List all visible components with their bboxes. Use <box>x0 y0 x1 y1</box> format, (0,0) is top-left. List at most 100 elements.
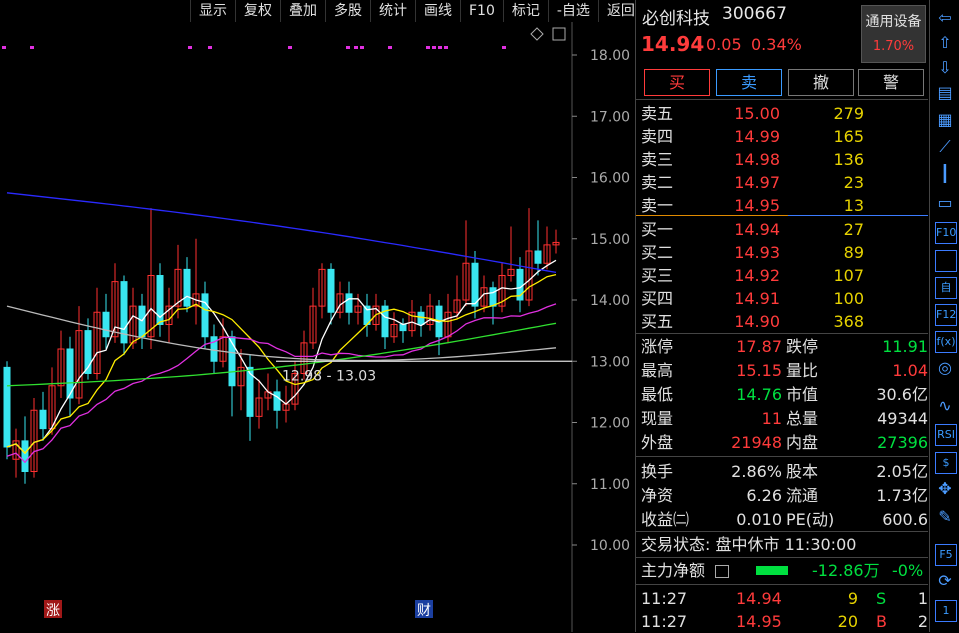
toolbar-item[interactable]: 统计 <box>370 0 415 22</box>
list-icon[interactable] <box>715 565 729 578</box>
pencil-icon[interactable]: ✎ <box>935 507 955 527</box>
book-level-label: 买四 <box>641 289 674 308</box>
self-select-icon[interactable]: 自 <box>935 277 957 299</box>
candle-body <box>471 262 479 307</box>
divider <box>636 531 928 532</box>
book-volume: 165 <box>833 127 864 146</box>
book-row[interactable]: 卖一 14.95 13 <box>636 194 928 217</box>
candle-body <box>3 366 11 448</box>
table-icon[interactable]: ▦ <box>935 110 955 130</box>
cancel-order-button[interactable]: 撤 <box>788 69 854 96</box>
f10-icon[interactable]: F10 <box>935 222 957 244</box>
stat-label: 换手 <box>641 462 674 481</box>
book-volume: 27 <box>843 220 864 239</box>
arrow-up-icon[interactable]: ⇧ <box>935 33 955 53</box>
toolbar-item[interactable]: 多股 <box>325 0 370 22</box>
stat-label: 跌停 <box>786 337 819 356</box>
stat-value: 1.04 <box>892 361 928 380</box>
toolbar-item[interactable]: 显示 <box>190 0 235 22</box>
kline-chart[interactable]: 18.00 17.00 16.00 15.00 14.00 13.00 12.00 11.00… <box>0 22 634 632</box>
book-volume: 279 <box>833 104 864 123</box>
tick-price: 14.94 <box>736 589 782 608</box>
stat-value: 6.26 <box>746 486 782 505</box>
y-tick-label: 18.00 <box>590 48 630 64</box>
book-row[interactable]: 买五 14.90 368 <box>636 310 928 333</box>
buy-button[interactable]: 买 <box>644 69 710 96</box>
toolbar-item[interactable]: 标记 <box>502 0 548 22</box>
line-chart-icon[interactable]: ⟋ <box>935 137 955 157</box>
move-icon[interactable]: ✥ <box>935 479 955 499</box>
circle-icon[interactable]: ◎ <box>935 358 955 378</box>
book-row[interactable]: 卖五 15.00 279 <box>636 102 928 125</box>
stat-value: 600.6 <box>882 510 928 529</box>
tick-volume: 9 <box>847 589 858 608</box>
y-tick-label: 14.00 <box>590 293 630 309</box>
event-marker <box>208 46 212 49</box>
book-price: 14.92 <box>734 266 780 285</box>
toolbar-item[interactable]: 画线 <box>415 0 460 22</box>
book-price: 15.00 <box>734 104 780 123</box>
toolbar-item[interactable]: F10 <box>460 0 503 22</box>
fx-icon[interactable]: f(x) <box>935 331 957 353</box>
stat-value: 30.6亿 <box>876 385 928 404</box>
divider <box>636 584 928 585</box>
event-marker <box>360 46 364 49</box>
book-level-label: 买一 <box>641 220 674 239</box>
alert-button[interactable]: 警 <box>858 69 924 96</box>
sector-box[interactable]: 通用设备 1.70% <box>861 5 926 63</box>
book-row[interactable]: 卖三 14.98 136 <box>636 148 928 171</box>
book-row[interactable]: 买一 14.94 27 <box>636 218 928 241</box>
book-row[interactable]: 卖二 14.97 23 <box>636 171 928 194</box>
divider <box>636 456 928 457</box>
book-volume: 100 <box>833 289 864 308</box>
f-list-icon[interactable] <box>935 250 957 272</box>
dollar-icon[interactable]: $ <box>935 452 957 474</box>
toolbar-item[interactable]: 叠加 <box>280 0 325 22</box>
candle-body <box>417 311 425 325</box>
book-divider <box>636 215 788 216</box>
stat-label: 最低 <box>641 385 674 404</box>
sell-button[interactable]: 卖 <box>716 69 782 96</box>
book-row[interactable]: 买二 14.93 89 <box>636 241 928 264</box>
event-marker <box>444 46 448 49</box>
divider <box>636 557 928 558</box>
diamond-icon <box>530 27 544 41</box>
one-icon[interactable]: 1 <box>935 600 957 622</box>
wave-icon[interactable]: ∿ <box>935 396 955 416</box>
stat-label: 内盘 <box>786 433 819 452</box>
rsi-icon[interactable]: RSI <box>935 424 957 446</box>
document-icon[interactable]: ▭ <box>935 193 955 213</box>
kline-icon[interactable]: ┃ <box>935 164 955 184</box>
event-marker <box>346 46 350 49</box>
book-level-label: 卖一 <box>641 196 674 215</box>
book-row[interactable]: 买四 14.91 100 <box>636 287 928 310</box>
toolbar-item[interactable]: 复权 <box>235 0 280 22</box>
book-volume: 136 <box>833 150 864 169</box>
event-marker <box>438 46 442 49</box>
stat-label: 收益㈡ <box>641 510 690 529</box>
stat-label: 市值 <box>786 385 819 404</box>
cai-marker: 财 <box>417 603 431 619</box>
f5-icon[interactable]: F5 <box>935 544 957 566</box>
book-level-label: 卖五 <box>641 104 674 123</box>
candle-body <box>201 293 209 338</box>
book-divider-right <box>788 215 928 216</box>
arrow-left-icon[interactable]: ⇦ <box>935 8 955 28</box>
toolbar-item[interactable]: -自选 <box>547 0 598 22</box>
refresh-icon[interactable]: ⟳ <box>935 571 955 591</box>
y-tick-label: 13.00 <box>590 354 630 370</box>
book-row[interactable]: 买三 14.92 107 <box>636 264 928 287</box>
main-flow-label: 主力净额 <box>641 561 706 580</box>
arrow-down-icon[interactable]: ⇩ <box>935 58 955 78</box>
stat-value: 14.76 <box>736 385 782 404</box>
stat-label: 净资 <box>641 486 674 505</box>
f12-icon[interactable]: F12 <box>935 304 957 326</box>
candle-body <box>102 311 110 338</box>
tick-side: S <box>876 589 887 608</box>
book-level-label: 卖二 <box>641 173 674 192</box>
book-row[interactable]: 卖四 14.99 165 <box>636 125 928 148</box>
trade-status: 交易状态: 盘中休市 11:30:00 <box>641 535 857 554</box>
order-list-icon[interactable]: ▤ <box>935 83 955 103</box>
book-price: 14.91 <box>734 289 780 308</box>
sector-pct: 1.70% <box>872 39 915 54</box>
